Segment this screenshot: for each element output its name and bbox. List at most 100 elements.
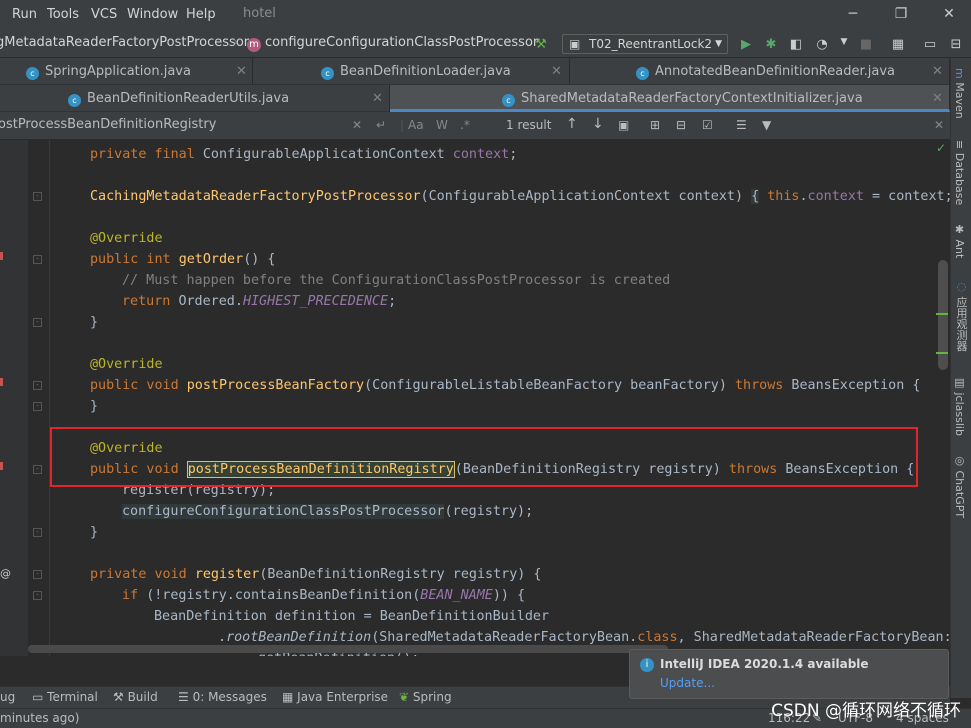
run-config-select[interactable]: ▣ T02_ReentrantLock2 ▼: [562, 34, 728, 54]
inspection-ok-icon[interactable]: ✓: [936, 141, 946, 155]
horizontal-scrollbar[interactable]: [28, 645, 668, 653]
search-input[interactable]: ostProcessBeanDefinitionRegistry: [0, 117, 216, 132]
code-line: private final ConfigurableApplicationCon…: [90, 147, 518, 162]
profiler-icon[interactable]: ◔: [814, 37, 830, 52]
add-occurrence-icon[interactable]: ⊞: [650, 118, 660, 132]
override-marker-icon[interactable]: [0, 252, 3, 260]
close-tab-icon[interactable]: ✕: [932, 58, 943, 85]
previous-occurrence-icon[interactable]: ↑: [566, 116, 578, 132]
close-tab-icon[interactable]: ✕: [932, 85, 943, 112]
close-tab-icon[interactable]: ✕: [372, 85, 383, 112]
build-hammer-icon[interactable]: ⚒: [533, 37, 549, 52]
menu-run[interactable]: Run: [12, 7, 37, 22]
database-tool-button[interactable]: ≡ Database: [953, 140, 966, 205]
fold-marker-icon[interactable]: -: [33, 318, 42, 327]
build-tool-button[interactable]: ⚒ Build: [113, 690, 158, 704]
class-icon: c: [68, 94, 81, 107]
debug-tool-button[interactable]: ug: [0, 690, 15, 704]
observer-icon: ◌: [955, 280, 968, 297]
code-editor[interactable]: private final ConfigurableApplicationCon…: [50, 140, 950, 656]
fold-marker-icon[interactable]: -: [33, 570, 42, 579]
override-marker-icon[interactable]: [0, 378, 3, 386]
spring-tool-button[interactable]: ❦ Spring: [399, 690, 452, 704]
chatgpt-tool-button[interactable]: ◎ ChatGPT: [953, 454, 966, 518]
filter-options-icon[interactable]: ☰: [736, 118, 747, 132]
messages-tool-button[interactable]: ☰ 0: Messages: [178, 690, 267, 704]
messages-icon: ☰: [178, 690, 193, 704]
search-divider: |: [400, 118, 405, 132]
class-icon: c: [502, 94, 515, 107]
regex-toggle[interactable]: .*: [460, 118, 470, 132]
tab-bean-definition-loader[interactable]: c BeanDefinitionLoader.java ✕: [253, 58, 570, 85]
ant-icon: ✱: [953, 223, 966, 240]
match-case-toggle[interactable]: Aa: [408, 118, 424, 132]
clear-search-icon[interactable]: ✕: [352, 118, 362, 132]
run-icon[interactable]: ▶: [738, 37, 754, 52]
fold-marker-icon[interactable]: -: [33, 255, 42, 264]
close-search-icon[interactable]: ✕: [934, 118, 944, 132]
csdn-watermark: CSDN @循环网络不循环: [771, 701, 961, 721]
tab-bean-definition-reader-utils[interactable]: c BeanDefinitionReaderUtils.java ✕: [0, 85, 390, 112]
tab-label: SharedMetadataReaderFactoryContextInitia…: [521, 91, 863, 106]
minimize-icon[interactable]: ─: [838, 2, 868, 26]
menu-help[interactable]: Help: [186, 7, 216, 22]
terminal-tool-button[interactable]: ▭ Terminal: [32, 690, 98, 704]
class-icon: c: [26, 67, 39, 80]
fold-marker-icon[interactable]: -: [33, 381, 42, 390]
jclasslib-icon: ▤: [953, 376, 966, 393]
search-everywhere-icon[interactable]: ⊟: [948, 37, 964, 52]
chatgpt-label: ChatGPT: [953, 470, 966, 519]
menu-tools[interactable]: Tools: [47, 7, 79, 22]
tab-label: AnnotatedBeanDefinitionReader.java: [655, 64, 895, 79]
close-tab-icon[interactable]: ✕: [551, 58, 562, 85]
java-enterprise-tool-button[interactable]: ▦ Java Enterprise: [282, 690, 388, 704]
fold-marker-icon[interactable]: -: [33, 591, 42, 600]
fold-marker-icon[interactable]: -: [33, 402, 42, 411]
whole-words-toggle[interactable]: W: [436, 118, 448, 132]
terminal-icon[interactable]: ▭: [922, 37, 938, 52]
code-line: @Override: [90, 231, 163, 246]
remove-occurrence-icon[interactable]: ⊟: [676, 118, 686, 132]
project-structure-icon[interactable]: ▦: [890, 37, 906, 52]
navigation-bar: gMetadataReaderFactoryPostProcessor › mc…: [0, 30, 971, 58]
spring-icon: ❦: [399, 690, 413, 704]
class-icon: c: [636, 67, 649, 80]
tab-label: BeanDefinitionReaderUtils.java: [87, 91, 290, 106]
update-link[interactable]: Update...: [660, 676, 715, 690]
select-all-check-icon[interactable]: ☑: [702, 118, 713, 132]
filter-icon[interactable]: ▼: [762, 118, 771, 132]
implementation-marker-icon[interactable]: @: [0, 567, 11, 580]
menu-window[interactable]: Window: [127, 7, 178, 22]
restore-icon[interactable]: ❐: [886, 2, 916, 26]
maven-label: Maven: [953, 82, 966, 119]
coverage-icon[interactable]: ◧: [788, 37, 804, 52]
jclasslib-tool-button[interactable]: ▤ jclasslib: [953, 376, 966, 436]
tab-annotated-bean-definition-reader[interactable]: c AnnotatedBeanDefinitionReader.java ✕: [570, 58, 950, 85]
menu-vcs[interactable]: VCS: [91, 7, 117, 22]
tab-shared-metadata-reader-factory-context-initializer[interactable]: c SharedMetadataReaderFactoryContextIniti…: [390, 85, 950, 112]
find-bar: ostProcessBeanDefinitionRegistry ✕ ↵ | A…: [0, 112, 950, 140]
next-occurrence-icon[interactable]: ↓: [592, 116, 604, 132]
select-all-occurrences-icon[interactable]: ▣: [618, 118, 629, 132]
debug-icon[interactable]: ✱: [763, 37, 779, 52]
menu-bar: Run Tools VCS Window Help hotel ─ ❐ ✕: [0, 0, 971, 30]
code-line: BeanDefinition definition = BeanDefiniti…: [154, 609, 550, 624]
code-line: @Override: [90, 357, 163, 372]
fold-marker-icon[interactable]: -: [33, 528, 42, 537]
maven-tool-button[interactable]: m Maven: [953, 68, 966, 119]
stop-icon[interactable]: ■: [858, 37, 874, 52]
update-notification[interactable]: i IntelliJ IDEA 2020.1.4 available Updat…: [629, 649, 949, 699]
fold-marker-icon[interactable]: -: [33, 192, 42, 201]
breadcrumb-method[interactable]: m configureConfigurationClassPostProcesso…: [247, 35, 538, 52]
tab-spring-application[interactable]: c SpringApplication.java ✕: [0, 58, 253, 85]
ant-tool-button[interactable]: ✱ Ant: [953, 223, 966, 258]
close-window-icon[interactable]: ✕: [934, 2, 964, 26]
override-marker-icon[interactable]: [0, 462, 3, 470]
observer-tool-button[interactable]: ◌ 应用观测器: [953, 280, 969, 352]
breadcrumb-class[interactable]: gMetadataReaderFactoryPostProcessor: [0, 35, 249, 50]
code-line: // Must happen before the ConfigurationC…: [122, 273, 671, 288]
close-tab-icon[interactable]: ✕: [236, 58, 247, 85]
fold-marker-icon[interactable]: -: [33, 465, 42, 474]
profiler-dropdown-icon[interactable]: ▼: [836, 37, 852, 47]
new-line-icon[interactable]: ↵: [376, 118, 386, 132]
